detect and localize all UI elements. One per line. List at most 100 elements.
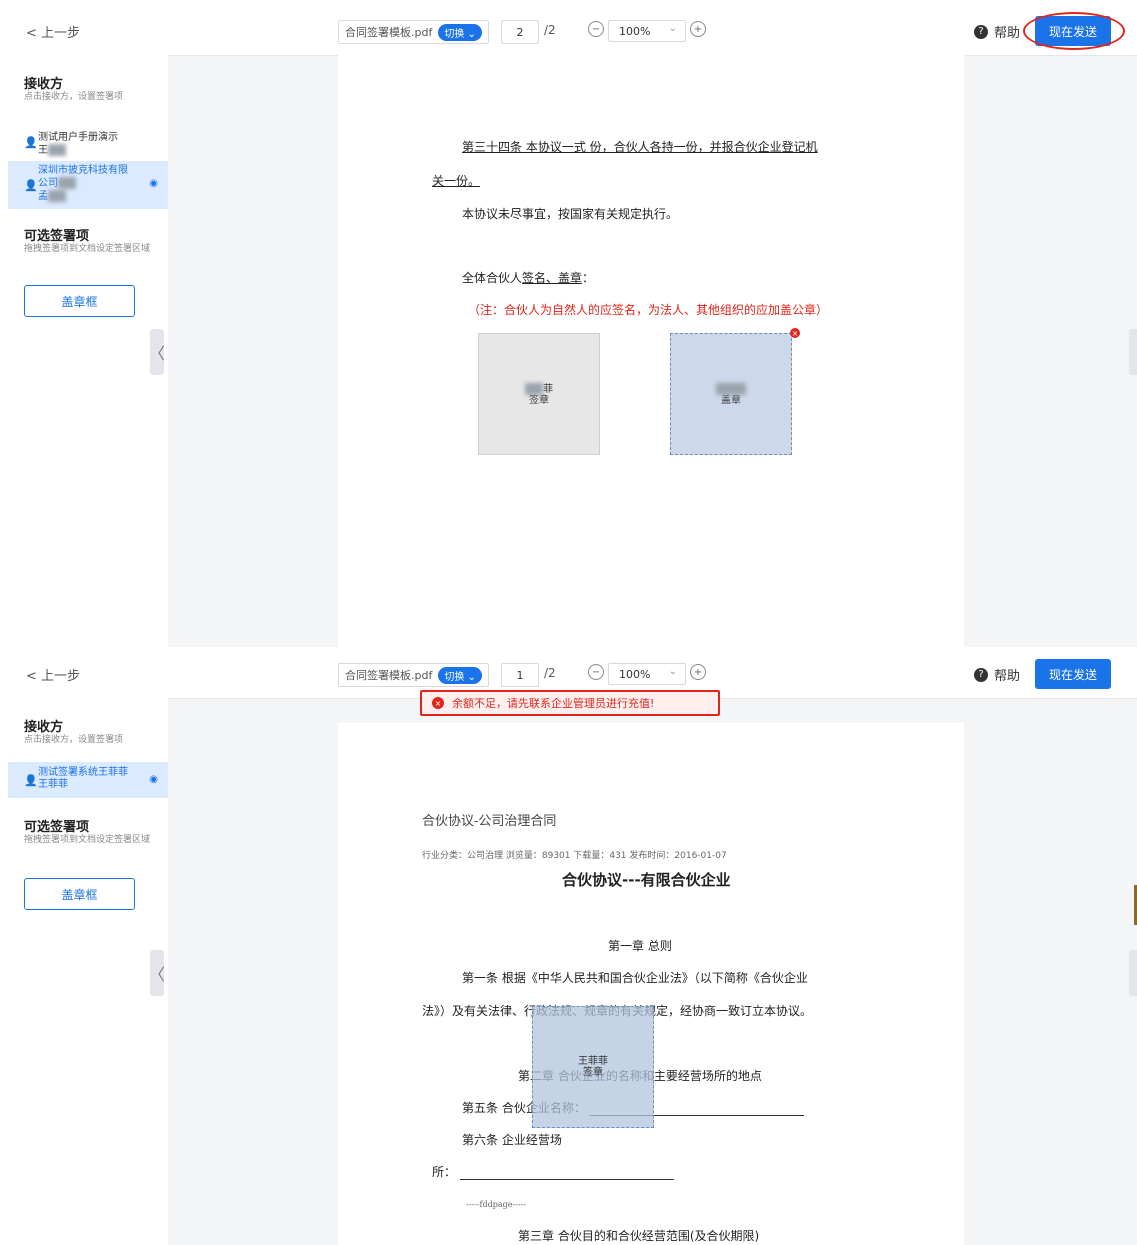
- file-name: 合同签署模板.pdf: [345, 669, 433, 682]
- help-link[interactable]: ? 帮助: [974, 665, 1020, 684]
- right-panel-handle[interactable]: [1129, 950, 1137, 996]
- sig-label: 签章: [583, 1067, 603, 1078]
- sig-name: 菲: [525, 382, 553, 395]
- receiver-title: 接收方: [24, 720, 64, 735]
- zoom-select[interactable]: 100% ⌄: [608, 663, 686, 685]
- receiver-item-active[interactable]: 👤 测试签署系统王菲菲 王菲菲 ◉: [8, 762, 168, 798]
- doc-line: 关一份。: [432, 174, 481, 188]
- zoom-value: 100%: [619, 24, 651, 38]
- zoom-in-icon[interactable]: +: [690, 21, 706, 37]
- collapse-sidebar-handle[interactable]: 〈: [149, 950, 165, 996]
- eye-icon[interactable]: ◉: [149, 178, 158, 189]
- help-icon: ?: [974, 667, 988, 682]
- user-icon: 👤: [24, 774, 38, 787]
- switch-button[interactable]: 切换 ⌄: [438, 666, 482, 684]
- document-page: 第三十四条 本协议一式 份，合伙人各持一份，并报合伙企业登记机 关一份。 本协议…: [338, 55, 964, 647]
- error-icon: ×: [432, 697, 444, 709]
- file-selector[interactable]: 合同签署模板.pdf 切换 ⌄: [338, 20, 489, 44]
- doc-line: 第三十四条 本协议一式 份，合伙人各持一份，并报合伙企业登记机: [462, 140, 818, 154]
- seal-label: 盖章: [721, 394, 741, 406]
- chapter-title: 第一章 总则: [608, 939, 672, 953]
- user-icon: 👤: [24, 136, 38, 149]
- receiver-name: 测试用户手册演示 王: [38, 132, 138, 157]
- file-name: 合同签署模板.pdf: [345, 26, 433, 39]
- receiver-subtitle: 点击接收方，设置签署项: [24, 92, 124, 102]
- seal-field[interactable]: 盖章: [670, 333, 792, 455]
- redacted-mark: [48, 190, 66, 202]
- page-input[interactable]: 1: [501, 663, 539, 687]
- sig-name-text: 菲: [543, 383, 553, 395]
- chevron-down-icon: ⌄: [668, 23, 677, 34]
- eye-icon[interactable]: ◉: [149, 774, 158, 785]
- file-selector[interactable]: 合同签署模板.pdf 切换 ⌄: [338, 663, 489, 687]
- send-now-button[interactable]: 现在发送: [1035, 16, 1111, 46]
- doc-meta: 行业分类：公司治理 浏览量：89301 下载量：431 发布时间：2016-01…: [422, 851, 727, 861]
- receiver-name-text: 测试签署系统王菲菲: [38, 767, 128, 778]
- receiver-item[interactable]: 👤 测试用户手册演示 王: [8, 128, 168, 158]
- redacted-mark: [525, 382, 543, 395]
- receiver-subtitle: 点击接收方，设置签署项: [24, 735, 124, 745]
- collapse-sidebar-handle[interactable]: 〈: [149, 329, 165, 375]
- sig-name: [716, 382, 746, 395]
- receiver-sub-text: 王菲菲: [38, 779, 68, 790]
- switch-label: 切换: [444, 671, 465, 683]
- doc-text: 全体合伙人: [462, 271, 523, 285]
- doc-heading: 合伙协议---有限合伙企业: [562, 871, 731, 889]
- redacted-mark: [58, 177, 76, 189]
- receiver-title: 接收方: [24, 77, 64, 92]
- back-button[interactable]: < 上一步: [26, 665, 80, 684]
- send-now-button[interactable]: 现在发送: [1035, 659, 1111, 689]
- signature-field[interactable]: 王菲菲 签章: [532, 1006, 654, 1128]
- page-total: /2: [544, 23, 556, 37]
- doc-line: 本协议未尽事宜，按国家有关规定执行。: [462, 207, 679, 221]
- signature-field[interactable]: 菲 签章: [478, 333, 600, 455]
- doc-text: ：: [582, 271, 595, 285]
- doc-line: 所：: [432, 1163, 674, 1180]
- doc-line: 第一条 根据《中华人民共和国合伙企业法》（以下简称《合伙企业: [462, 971, 808, 985]
- receiver-sub2-text: 孟: [38, 191, 48, 202]
- receiver-sub-text: 公司: [38, 178, 58, 189]
- back-button[interactable]: < 上一步: [26, 22, 80, 41]
- doc-line: 全体合伙人签名、盖章：: [462, 269, 594, 286]
- doc-text-underlined: 签名、盖章: [522, 271, 583, 285]
- sig-name: 王菲菲: [578, 1056, 608, 1067]
- chapter-title: 第三章 合伙目的和合伙经营范围(及合伙期限): [518, 1229, 760, 1243]
- right-panel-handle[interactable]: [1129, 329, 1137, 375]
- zoom-out-icon[interactable]: −: [588, 21, 604, 37]
- note-text: （注：合伙人为自然人的应签名，为法人、其他组织的应加盖公章）: [468, 303, 829, 317]
- optional-subtitle: 拖拽签署项到文档设定签署区域: [24, 244, 151, 254]
- seal-box-button[interactable]: 盖章框: [24, 285, 135, 317]
- zoom-in-icon[interactable]: +: [690, 664, 706, 680]
- user-icon: 👤: [24, 179, 38, 192]
- optional-title: 可选签署项: [24, 820, 90, 835]
- document-page: 合伙协议-公司治理合同 行业分类：公司治理 浏览量：89301 下载量：431 …: [338, 723, 964, 1245]
- switch-button[interactable]: 切换 ⌄: [438, 23, 482, 41]
- remove-field-icon[interactable]: ×: [790, 328, 800, 338]
- seal-box-button[interactable]: 盖章框: [24, 878, 135, 910]
- receiver-name-text: 深圳市披克科技有限: [38, 165, 128, 176]
- bottom-signing-screen: < 上一步 合同签署模板.pdf 切换 ⌄ 1 /2 − 100% ⌄ + ? …: [8, 650, 1137, 1245]
- receiver-name-text: 测试用户手册演示: [38, 132, 118, 143]
- redacted-mark: [48, 144, 66, 156]
- zoom-out-icon[interactable]: −: [588, 664, 604, 680]
- error-toast: × 余额不足，请先联系企业管理员进行充值!: [420, 690, 720, 716]
- optional-subtitle: 拖拽签署项到文档设定签署区域: [24, 835, 151, 845]
- zoom-value: 100%: [619, 667, 651, 681]
- chevron-down-icon: ⌄: [668, 666, 677, 677]
- help-link[interactable]: ? 帮助: [974, 22, 1020, 41]
- help-label: 帮助: [994, 669, 1021, 684]
- page-marker: -----fddpage-----: [466, 1200, 526, 1209]
- receiver-name: 测试签署系统王菲菲 王菲菲: [38, 767, 138, 791]
- page-input[interactable]: 2: [501, 20, 539, 44]
- switch-label: 切换: [444, 28, 465, 40]
- doc-title: 合伙协议-公司治理合同: [422, 814, 557, 829]
- redacted-mark: [716, 382, 746, 395]
- help-label: 帮助: [994, 26, 1021, 41]
- receiver-sub-text: 王: [38, 145, 48, 156]
- zoom-select[interactable]: 100% ⌄: [608, 20, 686, 42]
- help-icon: ?: [974, 24, 988, 39]
- receiver-item-active[interactable]: 👤 深圳市披克科技有限 公司 孟 ◉: [8, 161, 168, 209]
- toast-text: 余额不足，请先联系企业管理员进行充值!: [452, 697, 655, 710]
- doc-line: 第六条 企业经营场: [462, 1133, 562, 1147]
- toolbar: < 上一步 合同签署模板.pdf 切换 ⌄ 2 /2 − 100% ⌄ + ? …: [8, 7, 1137, 56]
